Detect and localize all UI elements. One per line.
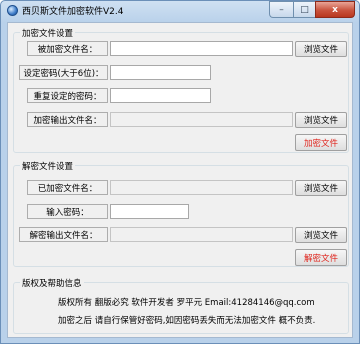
decrypt-browse-button[interactable]: 浏览文件 [295, 180, 347, 196]
client-area: 加密文件设置 被加密文件名： 浏览文件 设定密码(大于6位)： 重复设定的密码：… [7, 22, 353, 338]
decrypt-file-input[interactable] [110, 180, 293, 195]
encrypt-group: 加密文件设置 被加密文件名： 浏览文件 设定密码(大于6位)： 重复设定的密码：… [13, 27, 349, 153]
copyright-text: 版权所有 翻版必究 软件开发者 罗平元 Email:41284146@qq.co… [58, 298, 315, 308]
encrypt-browse-button[interactable]: 浏览文件 [295, 41, 347, 57]
app-window: 西贝斯文件加密软件V2.4 – □ x 加密文件设置 被加密文件名： 浏览文件 … [0, 0, 360, 344]
confirm-password-label: 重复设定的密码： [27, 88, 108, 103]
encrypt-output-label: 加密输出文件名： [27, 112, 108, 127]
encrypt-password-input[interactable] [110, 65, 211, 80]
encrypt-file-label: 被加密文件名： [27, 41, 108, 56]
info-group: 版权及帮助信息 版权所有 翻版必究 软件开发者 罗平元 Email:412841… [13, 277, 349, 334]
close-button[interactable]: x [315, 1, 355, 18]
decrypt-output-input[interactable] [110, 227, 293, 242]
minimize-button[interactable]: – [269, 1, 293, 18]
encrypt-file-input[interactable] [110, 41, 293, 56]
maximize-button[interactable]: □ [293, 1, 315, 18]
decrypt-password-input[interactable] [110, 204, 189, 219]
caption-buttons: – □ x [269, 1, 355, 18]
encrypt-output-browse-button[interactable]: 浏览文件 [295, 112, 347, 128]
decrypt-group-legend: 解密文件设置 [20, 160, 76, 172]
window-title: 西贝斯文件加密软件V2.4 [22, 7, 124, 17]
encrypt-output-input[interactable] [110, 112, 293, 127]
help-text: 加密之后 请自行保管好密码,如因密码丢失而无法加密文件 概不负责. [58, 316, 316, 326]
encrypt-file-button[interactable]: 加密文件 [295, 134, 347, 151]
decrypt-file-label: 已加密文件名： [27, 180, 108, 195]
decrypt-group: 解密文件设置 已加密文件名： 浏览文件 输入密码： 解密输出文件名： 浏览文件 … [13, 160, 349, 267]
info-group-legend: 版权及帮助信息 [20, 277, 84, 289]
decrypt-output-browse-button[interactable]: 浏览文件 [295, 227, 347, 243]
title-bar[interactable]: 西贝斯文件加密软件V2.4 – □ x [1, 1, 359, 20]
decrypt-password-label: 输入密码： [27, 204, 108, 219]
decrypt-output-label: 解密输出文件名： [19, 227, 108, 242]
decrypt-file-button[interactable]: 解密文件 [295, 249, 347, 266]
encrypt-group-legend: 加密文件设置 [20, 27, 76, 39]
confirm-password-input[interactable] [110, 88, 211, 103]
app-globe-icon [7, 5, 18, 16]
encrypt-password-label: 设定密码(大于6位)： [19, 65, 108, 80]
